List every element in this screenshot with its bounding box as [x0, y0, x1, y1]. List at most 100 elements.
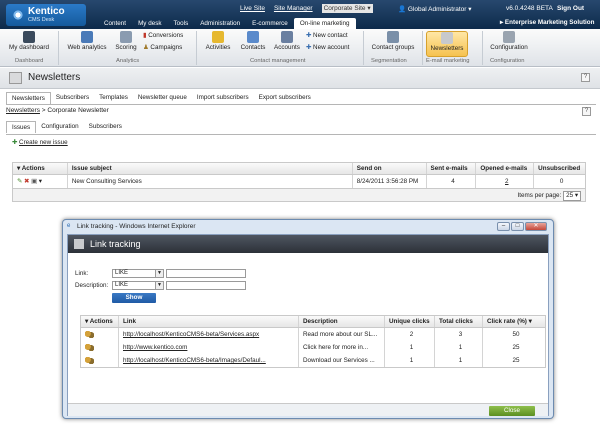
my-dashboard-button[interactable]: My dashboard — [4, 31, 54, 51]
link-url[interactable]: http://localhost/KenticoCMS6-beta/Servic… — [119, 328, 299, 341]
col-click-rate[interactable]: Click rate (%) ▾ — [483, 316, 545, 327]
nav-my-desk[interactable]: My desk — [132, 18, 167, 29]
col-send-on[interactable]: Send on — [353, 163, 427, 174]
view-clicks-icon[interactable] — [85, 343, 94, 351]
tab-export-subscribers[interactable]: Export subscribers — [254, 92, 316, 104]
tab-issues[interactable]: Issues — [6, 121, 37, 133]
close-button[interactable]: Close — [489, 406, 535, 416]
row-actions — [81, 354, 119, 367]
col-description[interactable]: Description — [299, 316, 385, 327]
col-unique-clicks[interactable]: Unique clicks — [385, 316, 435, 327]
configuration-button[interactable]: Configuration — [486, 31, 532, 51]
items-per-page-select[interactable]: 25 ▾ — [563, 191, 581, 201]
new-contact-button[interactable]: ✚ New contact — [306, 32, 348, 39]
nav-ecommerce[interactable]: E-commerce — [246, 18, 294, 29]
my-dashboard-label: My dashboard — [9, 44, 49, 51]
description-operator-select[interactable]: LIKE ▼ — [112, 281, 164, 290]
more-actions-icon[interactable]: ▾ — [39, 178, 42, 185]
link-tracking-icon — [74, 239, 84, 249]
delete-icon[interactable]: ✖ — [24, 178, 29, 185]
nav-tools[interactable]: Tools — [168, 18, 195, 29]
col-sent-emails[interactable]: Sent e-mails — [427, 163, 477, 174]
link-url[interactable]: http://localhost/KenticoCMS6-beta/Images… — [119, 354, 299, 367]
app-name: Kentico — [28, 6, 65, 17]
nav-administration[interactable]: Administration — [194, 18, 246, 29]
contact-groups-button[interactable]: Contact groups — [368, 31, 418, 51]
ie-icon: e — [67, 223, 71, 229]
tab-templates[interactable]: Templates — [94, 92, 133, 104]
accounts-button[interactable]: Accounts — [271, 31, 303, 51]
campaigns-button[interactable]: ♟ Campaigns — [143, 44, 182, 51]
sort-desc-icon: ▾ — [528, 318, 532, 325]
site-selector[interactable]: Corporate Site ▾ — [321, 4, 373, 13]
web-analytics-button[interactable]: Web analytics — [64, 31, 110, 51]
activities-button[interactable]: Activities — [202, 31, 234, 51]
page-header: Newsletters ? — [0, 68, 600, 89]
maximize-icon[interactable]: □ — [511, 222, 524, 231]
items-per-page-label: Items per page: — [517, 192, 562, 199]
create-issue-link[interactable]: ✚ Create new issue — [12, 139, 68, 146]
new-account-button[interactable]: ✚ New account — [306, 44, 349, 51]
show-button[interactable]: Show — [112, 293, 156, 303]
link-tracking-grid: ▾ Actions Link Description Unique clicks… — [80, 315, 546, 368]
link-operator-select[interactable]: LIKE ▼ — [112, 269, 164, 278]
unique-clicks: 2 — [385, 328, 435, 341]
tab-configuration[interactable]: Configuration — [36, 121, 83, 133]
site-manager-link[interactable]: Site Manager — [274, 5, 313, 12]
row-actions — [81, 328, 119, 341]
col-issue-subject[interactable]: Issue subject — [68, 163, 353, 174]
main-nav: Content My desk Tools Administration E-c… — [98, 18, 356, 29]
link-url[interactable]: http://www.kentico.com — [119, 341, 299, 354]
conversions-button[interactable]: ▮ Conversions — [143, 32, 183, 39]
sort-arrow-icon: ▾ — [17, 165, 21, 172]
user-menu[interactable]: 👤 Global Administrator ▾ — [398, 5, 472, 13]
issue-unsubscribed: 0 — [559, 178, 564, 185]
view-icon[interactable]: ▣ — [31, 178, 37, 185]
modal-header: Link tracking — [68, 235, 548, 253]
group-contact-management: Contact management — [250, 58, 306, 64]
tab-subscribers[interactable]: Subscribers — [51, 92, 94, 104]
col-opened-emails[interactable]: Opened e-mails — [476, 163, 535, 174]
contacts-button[interactable]: Contacts — [237, 31, 269, 51]
configuration-icon — [503, 31, 515, 43]
tab-subscribers-2[interactable]: Subscribers — [84, 121, 127, 133]
issue-opened-link[interactable]: 2 — [476, 175, 535, 188]
issue-subject: New Consulting Services — [68, 175, 353, 188]
close-window-icon[interactable]: ✕ — [525, 222, 547, 231]
click-rate: 25 — [512, 357, 520, 364]
table-row: http://www.kentico.com Click here for mo… — [81, 341, 545, 354]
modal-footer: Close — [68, 403, 548, 416]
newsletters-icon — [9, 72, 22, 84]
breadcrumb-newsletters-link[interactable]: Newsletters — [6, 107, 40, 114]
help-icon-2[interactable]: ? — [582, 107, 591, 116]
col-link-actions[interactable]: ▾ Actions — [81, 316, 119, 327]
link-grid-header: ▾ Actions Link Description Unique clicks… — [81, 316, 545, 328]
description-filter-input[interactable] — [166, 281, 246, 290]
view-clicks-icon[interactable] — [85, 356, 94, 364]
ems-icon: ▸ — [500, 19, 504, 26]
click-rate: 50 — [512, 331, 520, 338]
total-clicks: 1 — [435, 354, 483, 367]
group-analytics: Analytics — [116, 58, 140, 64]
minimize-icon[interactable]: ‒ — [497, 222, 510, 231]
sign-out-button[interactable]: Sign Out — [557, 5, 584, 12]
live-site-link[interactable]: Live Site — [240, 5, 265, 12]
nav-content[interactable]: Content — [98, 18, 132, 29]
tab-newsletter-queue[interactable]: Newsletter queue — [133, 92, 192, 104]
scoring-button[interactable]: Scoring — [112, 31, 140, 51]
col-unsubscribed[interactable]: Unsubscribed — [534, 163, 585, 174]
help-icon[interactable]: ? — [581, 73, 590, 82]
col-total-clicks[interactable]: Total clicks — [435, 316, 483, 327]
tab-newsletters[interactable]: Newsletters — [6, 92, 51, 104]
link-filter-input[interactable] — [166, 269, 246, 278]
col-link[interactable]: Link — [119, 316, 299, 327]
campaigns-icon: ♟ — [143, 44, 149, 51]
tab-import-subscribers[interactable]: Import subscribers — [192, 92, 254, 104]
col-actions[interactable]: ▾ Actions — [13, 163, 68, 174]
kentico-logo[interactable]: Kentico CMS Desk — [6, 4, 86, 26]
newsletters-button[interactable]: Newsletters — [426, 31, 468, 57]
edit-icon[interactable]: ✎ — [17, 178, 22, 185]
nav-online-marketing[interactable]: On-line marketing — [293, 18, 356, 29]
section-title-text: Enterprise Marketing Solution — [504, 19, 595, 26]
view-clicks-icon[interactable] — [85, 330, 94, 338]
